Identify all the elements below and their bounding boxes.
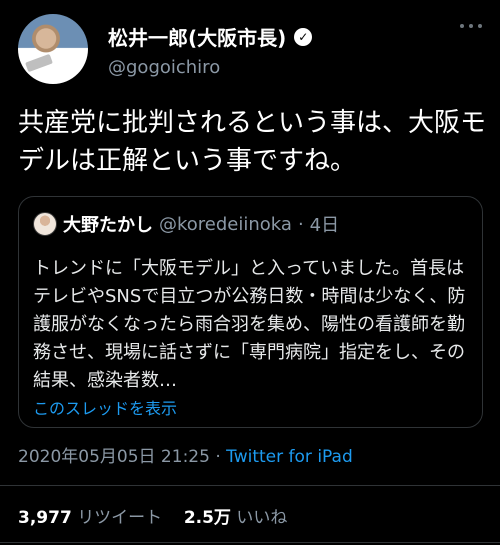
divider-bottom xyxy=(0,542,500,543)
tweet-text: 共産党に批判されるという事は、大阪モデルは正解という事ですね。 xyxy=(18,108,487,176)
likes-count: 2.5万 xyxy=(183,508,231,528)
quoted-author-handle: @koredeiinoka xyxy=(159,213,292,235)
tweet-header: 松井一郎(大阪市長) ✓ @gogoichiro xyxy=(18,14,482,84)
tweet-source-app[interactable]: Twitter for iPad xyxy=(226,447,353,467)
show-thread-link[interactable]: このスレッドを表示 xyxy=(33,395,177,419)
author-avatar[interactable] xyxy=(18,14,88,84)
retweets-stat[interactable]: 3,977 リツイート xyxy=(18,508,162,528)
retweets-count: 3,977 xyxy=(18,508,72,528)
verified-badge-icon: ✓ xyxy=(294,27,313,46)
tweet-meta: 2020年05月05日 21:25 · Twitter for iPad xyxy=(18,442,353,467)
author-info: 松井一郎(大阪市長) ✓ @gogoichiro xyxy=(108,22,313,78)
tweet-stats: 3,977 リツイート 2.5万 いいね xyxy=(18,503,287,528)
quoted-author-avatar xyxy=(33,212,57,236)
likes-label: いいね xyxy=(236,508,288,528)
quoted-tweet-card[interactable]: 大野たかし @koredeiinoka · 4日 トレンドに「大阪モデル」と入っ… xyxy=(18,196,483,428)
quoted-separator: · xyxy=(297,213,304,235)
author-name-text[interactable]: 松井一郎(大阪市長) xyxy=(108,22,286,51)
quoted-tweet-age: 4日 xyxy=(309,215,340,236)
tweet-timestamp[interactable]: 2020年05月05日 21:25 xyxy=(18,447,210,467)
likes-stat[interactable]: 2.5万 いいね xyxy=(184,508,288,528)
quoted-tweet-header: 大野たかし @koredeiinoka · 4日 xyxy=(33,211,339,237)
quoted-tweet-text: トレンドに「大阪モデル」と入っていました。首長はテレビやSNSで目立つが公務日数… xyxy=(33,258,466,391)
more-options-icon[interactable] xyxy=(460,20,482,32)
divider xyxy=(0,485,500,486)
author-display-name[interactable]: 松井一郎(大阪市長) ✓ xyxy=(108,22,313,51)
meta-separator: · xyxy=(215,447,221,467)
retweets-label: リツイート xyxy=(77,508,163,528)
author-handle[interactable]: @gogoichiro xyxy=(108,57,312,78)
quoted-author-name: 大野たかし xyxy=(63,215,153,236)
